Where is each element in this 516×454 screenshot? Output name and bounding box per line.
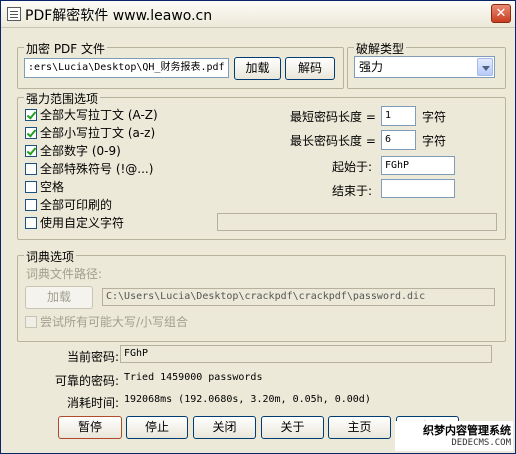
stop-button[interactable]: 停止 bbox=[126, 416, 188, 439]
max-length-field[interactable]: 6 bbox=[381, 130, 416, 150]
start-from-label: 起始于: bbox=[332, 160, 373, 174]
option-space-label: 空格 bbox=[40, 180, 65, 194]
load-pdf-button[interactable]: 加载 bbox=[234, 57, 281, 80]
brute-force-group-label: 强力范围选项 bbox=[24, 90, 101, 107]
crack-type-group-label: 破解类型 bbox=[354, 40, 407, 57]
checkbox-try-case[interactable] bbox=[25, 316, 37, 328]
option-printable-label: 全部可印刷的 bbox=[40, 198, 113, 212]
min-length-unit: 字符 bbox=[422, 110, 447, 124]
checkbox-space[interactable] bbox=[25, 181, 37, 193]
pause-button[interactable]: 暂停 bbox=[58, 416, 122, 439]
current-password-label: 当前密码: bbox=[67, 350, 120, 364]
max-length-unit: 字符 bbox=[422, 134, 447, 148]
current-password-field: FGhP bbox=[120, 345, 492, 363]
possible-password-value: Tried 1459000 passwords bbox=[124, 372, 263, 383]
app-document-icon bbox=[7, 7, 21, 21]
max-length-label: 最长密码长度 = bbox=[290, 134, 376, 148]
encrypted-pdf-group-label: 加密 PDF 文件 bbox=[24, 40, 108, 57]
window-title: PDF解密软件 www.leawo.cn bbox=[25, 8, 213, 24]
option-digits-label: 全部数字 (0-9) bbox=[40, 144, 121, 158]
pdf-path-field[interactable]: :ers\Lucia\Desktop\QH_财务报表.pdf bbox=[24, 58, 229, 78]
title-bar: PDF解密软件 www.leawo.cn ✕ bbox=[1, 1, 515, 28]
min-length-label: 最短密码长度 = bbox=[290, 110, 376, 124]
elapsed-time-value: 192068ms (192.0680s, 3.20m, 0.05h, 0.00d… bbox=[124, 394, 371, 405]
decrypt-button[interactable]: 解码 bbox=[285, 57, 335, 80]
min-length-field[interactable]: 1 bbox=[381, 106, 416, 126]
crack-type-select[interactable]: 强力 bbox=[354, 56, 495, 78]
checkbox-printable[interactable] bbox=[25, 199, 37, 211]
option-special-label: 全部特殊符号 (!@...) bbox=[40, 162, 154, 176]
watermark-line-2: DEDECMS.COM bbox=[451, 438, 511, 448]
checkbox-custom[interactable] bbox=[25, 217, 37, 229]
option-custom-label: 使用自定义字符 bbox=[40, 216, 125, 230]
window-close-button[interactable]: ✕ bbox=[491, 4, 511, 23]
dictionary-group-label: 词典选项 bbox=[24, 248, 77, 265]
close-button[interactable]: 关闭 bbox=[193, 416, 256, 439]
dictionary-path-field[interactable]: C:\Users\Lucia\Desktop\crackpdf\crackpdf… bbox=[102, 288, 495, 306]
checkbox-uppercase[interactable] bbox=[25, 109, 37, 121]
crack-type-selected: 强力 bbox=[359, 60, 384, 74]
load-dictionary-button[interactable]: 加载 bbox=[25, 286, 93, 309]
elapsed-time-label: 消耗时间: bbox=[67, 396, 120, 410]
option-lowercase-label: 全部小写拉丁文 (a-z) bbox=[40, 126, 156, 140]
home-button[interactable]: 主页 bbox=[328, 416, 391, 439]
main-window: PDF解密软件 www.leawo.cn ✕ 加密 PDF 文件 :ers\Lu… bbox=[0, 0, 516, 454]
option-try-case-label: 尝试所有可能大写/小写组合 bbox=[40, 315, 189, 329]
site-watermark: 织梦内容管理系统 DEDECMS.COM bbox=[395, 421, 513, 451]
about-button[interactable]: 关于 bbox=[261, 416, 324, 439]
dictionary-path-label: 词典文件路径: bbox=[26, 267, 103, 281]
end-at-label: 结束于: bbox=[332, 184, 373, 198]
possible-password-label: 可靠的密码: bbox=[55, 374, 120, 388]
option-uppercase-label: 全部大写拉丁文 (A-Z) bbox=[40, 108, 158, 122]
chevron-down-icon[interactable] bbox=[477, 58, 493, 76]
watermark-line-1: 织梦内容管理系统 bbox=[423, 424, 511, 437]
custom-charset-field[interactable] bbox=[217, 213, 497, 231]
checkbox-lowercase[interactable] bbox=[25, 127, 37, 139]
checkbox-digits[interactable] bbox=[25, 145, 37, 157]
start-from-field[interactable]: FGhP bbox=[381, 156, 455, 175]
checkbox-special[interactable] bbox=[25, 163, 37, 175]
end-at-field[interactable] bbox=[381, 179, 455, 198]
